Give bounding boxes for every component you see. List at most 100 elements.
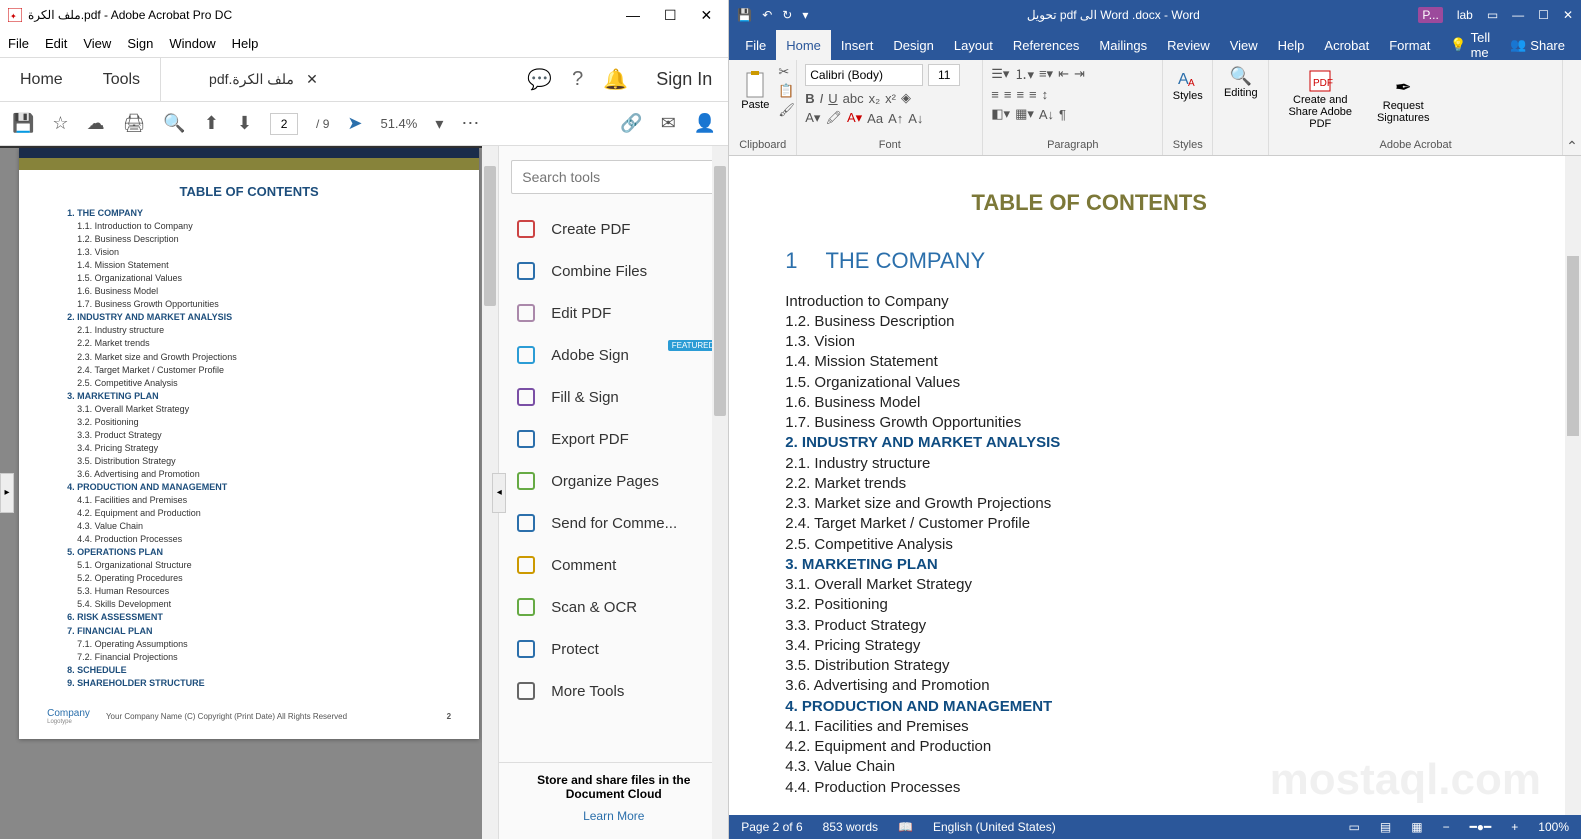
undo-icon[interactable]: ↶ <box>762 8 772 22</box>
word-scrollbar[interactable] <box>1565 156 1581 815</box>
maximize-button[interactable]: ☐ <box>664 7 677 24</box>
menu-sign[interactable]: Sign <box>127 36 153 51</box>
save-icon[interactable]: 💾 <box>737 8 752 22</box>
more-icon[interactable]: ⋯ <box>461 113 479 134</box>
status-language[interactable]: English (United States) <box>933 820 1056 834</box>
account-label[interactable]: lab <box>1457 8 1473 22</box>
editing-button[interactable]: 🔍 Editing <box>1221 64 1260 101</box>
menu-view[interactable]: View <box>83 36 111 51</box>
view-read-icon[interactable]: ▭ <box>1349 820 1360 834</box>
tab-home[interactable]: Home <box>0 58 83 101</box>
decrease-indent-icon[interactable]: ⇤ <box>1058 66 1069 82</box>
down-arrow-icon[interactable]: ⬇ <box>237 113 252 134</box>
tool-comment[interactable]: Comment <box>499 544 728 586</box>
font-name-select[interactable] <box>805 64 923 86</box>
ribbon-tab-insert[interactable]: Insert <box>831 30 884 60</box>
subscript-button[interactable]: x₂ <box>869 91 881 106</box>
view-print-icon[interactable]: ▤ <box>1380 820 1391 834</box>
menu-file[interactable]: File <box>8 36 29 51</box>
minimize-button[interactable]: — <box>626 7 640 24</box>
underline-button[interactable]: U <box>828 91 837 106</box>
ribbon-tab-view[interactable]: View <box>1220 30 1268 60</box>
status-spell-icon[interactable]: 📖 <box>898 820 913 834</box>
ribbon-tab-design[interactable]: Design <box>883 30 943 60</box>
paste-button[interactable]: Paste <box>737 69 773 113</box>
status-zoom[interactable]: 100% <box>1538 820 1569 834</box>
tools-scrollbar[interactable] <box>712 146 728 839</box>
word-page[interactable]: TABLE OF CONTENTS 1 THE COMPANY Introduc… <box>769 166 1409 815</box>
borders-icon[interactable]: ▦▾ <box>1015 106 1034 122</box>
ribbon-tab-references[interactable]: References <box>1003 30 1089 60</box>
share-button[interactable]: 👥Share <box>1500 37 1575 53</box>
ribbon-tab-format[interactable]: Format <box>1379 30 1440 60</box>
ribbon-options-icon[interactable]: ▭ <box>1487 8 1498 22</box>
tool-fill-sign[interactable]: Fill & Sign <box>499 376 728 418</box>
tab-tools[interactable]: Tools <box>83 58 160 101</box>
align-right-icon[interactable]: ≡ <box>1016 87 1024 102</box>
tool-more-tools[interactable]: More Tools <box>499 670 728 712</box>
shading-icon[interactable]: ◧▾ <box>991 106 1010 122</box>
zoom-slider[interactable]: ━●━ <box>1470 820 1492 834</box>
tab-close-icon[interactable]: ✕ <box>306 71 318 88</box>
font-color-icon[interactable]: A▾ <box>847 110 862 126</box>
close-button[interactable]: ✕ <box>701 7 713 24</box>
status-words[interactable]: 853 words <box>823 820 878 834</box>
text-effects-icon[interactable]: A▾ <box>805 110 820 126</box>
person-icon[interactable]: 👤 <box>694 113 716 134</box>
tool-export-pdf[interactable]: Export PDF <box>499 418 728 460</box>
mail-icon[interactable]: ✉ <box>661 113 676 134</box>
bold-button[interactable]: B <box>805 91 814 106</box>
save-icon[interactable]: 💾 <box>12 113 34 134</box>
zoom-in-icon[interactable]: + <box>1511 820 1518 834</box>
star-icon[interactable]: ☆ <box>52 113 68 134</box>
font-size-select[interactable] <box>928 64 960 86</box>
tool-edit-pdf[interactable]: Edit PDF <box>499 292 728 334</box>
status-page[interactable]: Page 2 of 6 <box>741 820 802 834</box>
ribbon-tab-review[interactable]: Review <box>1157 30 1220 60</box>
ribbon-tab-file[interactable]: File <box>735 30 776 60</box>
ribbon-tab-help[interactable]: Help <box>1268 30 1315 60</box>
up-arrow-icon[interactable]: ⬆ <box>204 113 219 134</box>
learn-more-link[interactable]: Learn More <box>511 809 716 823</box>
close-button[interactable]: ✕ <box>1563 8 1573 22</box>
tool-create-pdf[interactable]: Create PDF <box>499 208 728 250</box>
account-badge[interactable]: P... <box>1418 7 1442 23</box>
ribbon-tab-acrobat[interactable]: Acrobat <box>1314 30 1379 60</box>
grow-font-icon[interactable]: A↑ <box>888 111 903 126</box>
ribbon-tab-mailings[interactable]: Mailings <box>1089 30 1157 60</box>
left-panel-toggle[interactable]: ▸ <box>0 473 14 513</box>
tool-combine-files[interactable]: Combine Files <box>499 250 728 292</box>
align-left-icon[interactable]: ≡ <box>991 87 999 102</box>
request-signatures-button[interactable]: ✒ Request Signatures <box>1368 73 1438 126</box>
ribbon-tab-home[interactable]: Home <box>776 30 831 60</box>
cloud-icon[interactable]: ☁ <box>87 113 105 134</box>
strikethrough-button[interactable]: abc <box>843 91 864 106</box>
zoom-out-icon[interactable]: − <box>1443 820 1450 834</box>
change-case-icon[interactable]: Aa <box>867 111 883 126</box>
numbering-icon[interactable]: ⒈▾ <box>1014 64 1034 83</box>
bell-icon[interactable]: 🔔 <box>603 67 628 92</box>
minimize-button[interactable]: — <box>1512 8 1524 22</box>
menu-help[interactable]: Help <box>232 36 259 51</box>
view-web-icon[interactable]: ▦ <box>1411 820 1422 834</box>
bullets-icon[interactable]: ☰▾ <box>991 66 1009 82</box>
show-marks-icon[interactable]: ¶ <box>1059 107 1066 122</box>
ribbon-tab-layout[interactable]: Layout <box>944 30 1003 60</box>
maximize-button[interactable]: ☐ <box>1538 8 1549 22</box>
line-spacing-icon[interactable]: ↕ <box>1042 87 1049 102</box>
print-icon[interactable]: 🖨 <box>123 113 146 134</box>
menu-window[interactable]: Window <box>169 36 215 51</box>
help-icon[interactable]: ? <box>572 68 583 91</box>
sign-in-link[interactable]: Sign In <box>656 69 712 90</box>
superscript-button[interactable]: x² <box>885 91 896 106</box>
copy-icon[interactable]: 📋 <box>778 83 795 99</box>
tool-adobe-sign[interactable]: Adobe SignFEATURED <box>499 334 728 376</box>
menu-edit[interactable]: Edit <box>45 36 67 51</box>
chat-icon[interactable]: 💬 <box>527 67 552 92</box>
styles-button[interactable]: AA Styles <box>1171 64 1204 104</box>
format-painter-icon[interactable]: 🖌 <box>778 102 795 118</box>
highlight-icon[interactable]: 🖍 <box>825 110 842 126</box>
create-share-pdf-button[interactable]: PDF Create and Share Adobe PDF <box>1277 66 1363 132</box>
zoom-icon[interactable]: 🔍 <box>163 113 185 134</box>
chevron-down-icon[interactable]: ▾ <box>435 114 443 134</box>
